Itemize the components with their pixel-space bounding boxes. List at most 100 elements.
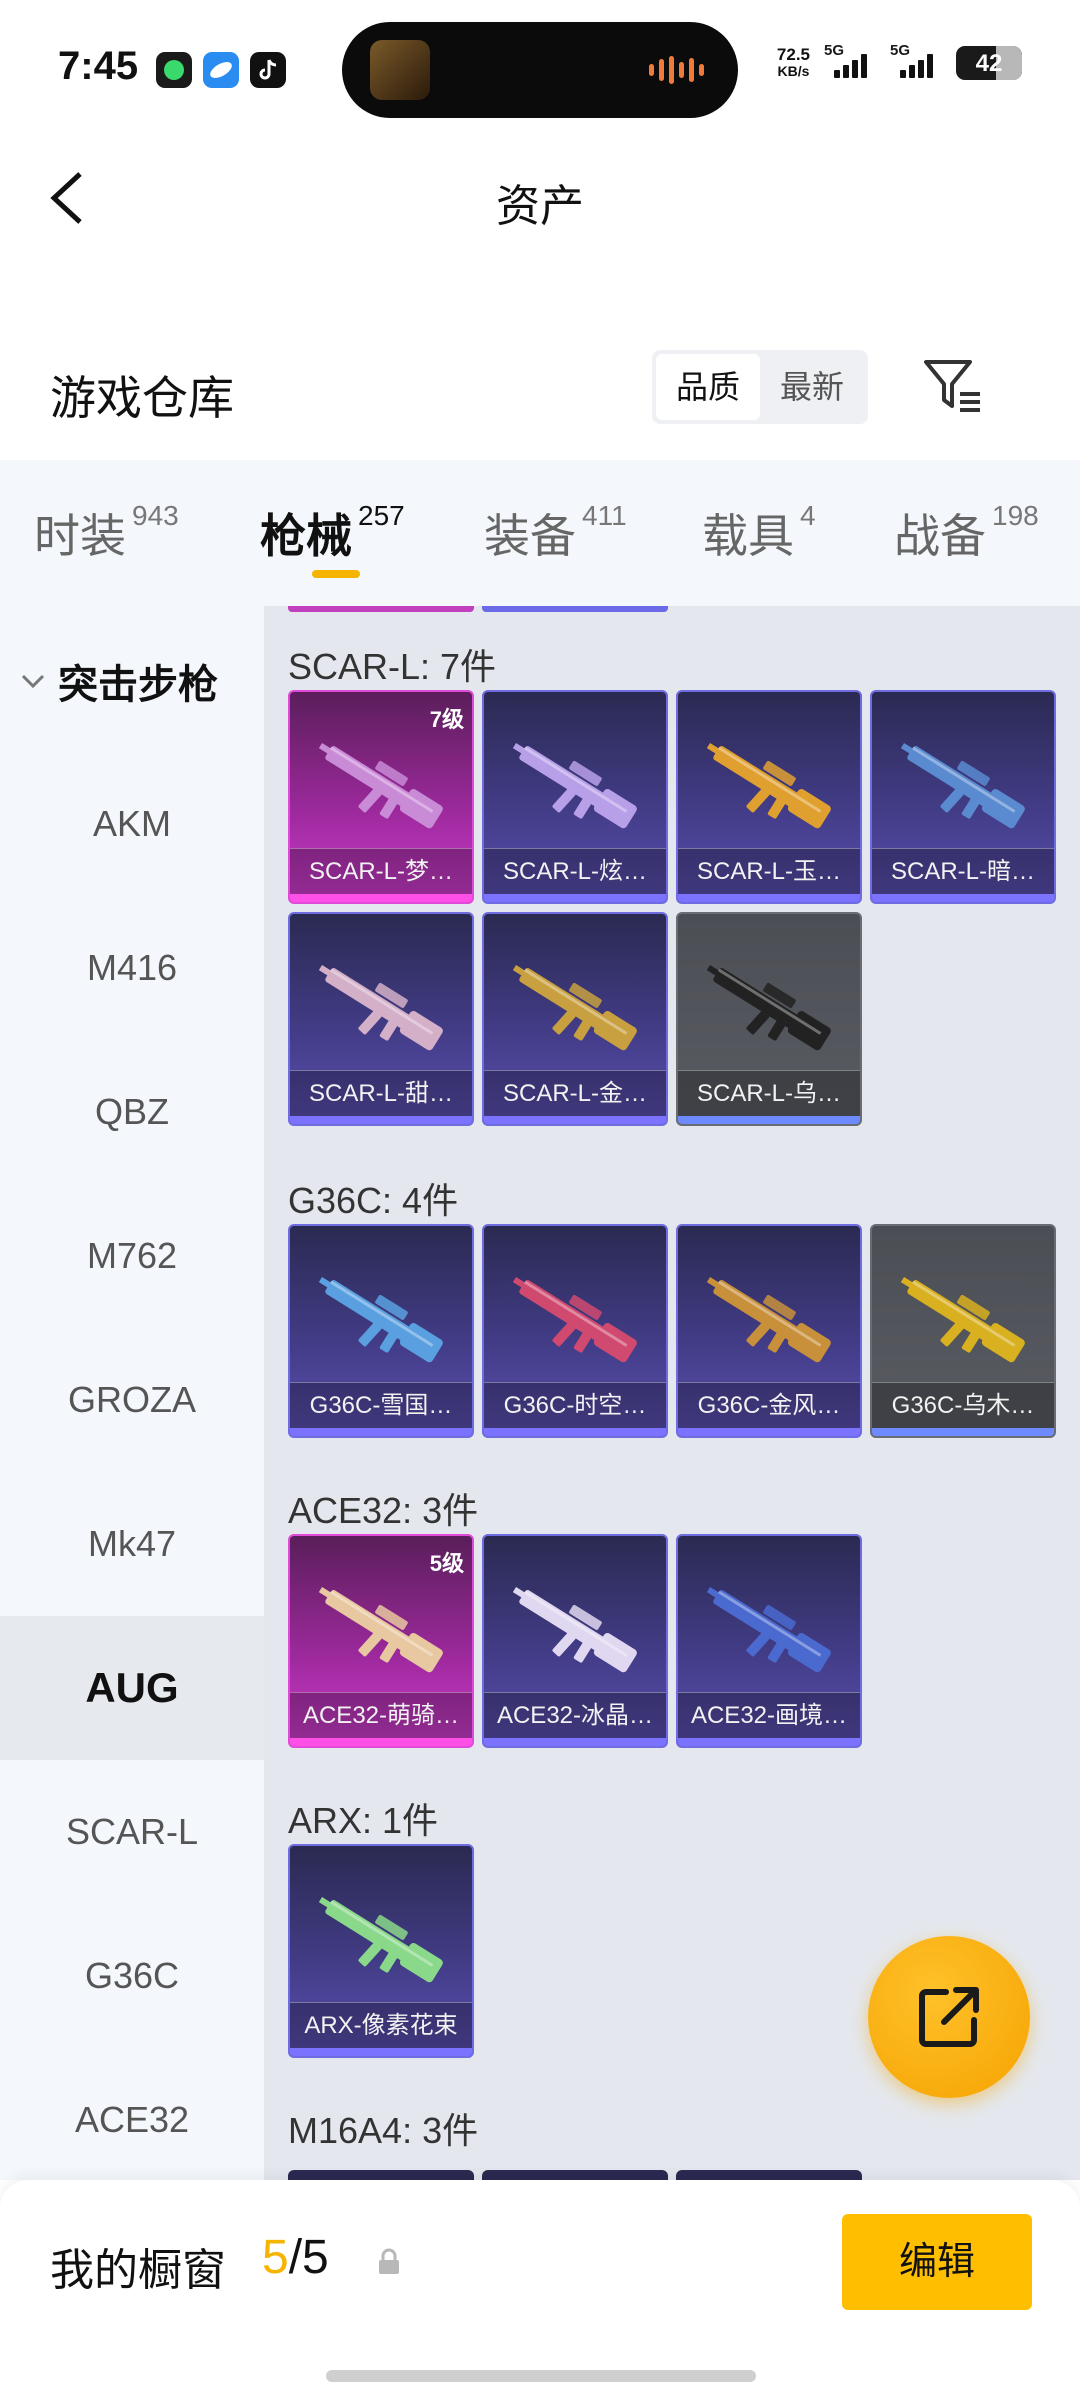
weapon-skin-name: SCAR-L-金… (484, 1070, 666, 1116)
rifle-icon (318, 743, 443, 829)
warehouse-title: 游戏仓库 (50, 372, 234, 424)
rifle-icon (706, 1587, 831, 1673)
rifle-icon (318, 1897, 443, 1983)
weapon-skin-card[interactable]: SCAR-L-金… (482, 912, 668, 1126)
weapon-type-sidebar: 突击步枪 AKM M416 QBZ M762 GROZA Mk47 AUG SC… (0, 606, 264, 2180)
weapon-skin-card[interactable]: SCAR-L-甜… (288, 912, 474, 1126)
card-peek (676, 2170, 862, 2180)
rifle-icon (318, 1277, 443, 1363)
sidebar-item-ace32[interactable]: ACE32 (0, 2048, 264, 2180)
audio-wave-icon (649, 56, 704, 84)
tab-fashion[interactable]: 时装 943 (34, 500, 179, 566)
rarity-bar (678, 1116, 860, 1124)
category-tabs: 时装 943 枪械 257 装备 411 载具 4 战备 198 (0, 460, 1080, 606)
tab-firearms[interactable]: 枪械 257 (260, 500, 405, 566)
share-icon (919, 1987, 979, 2047)
sidebar-item-m762[interactable]: M762 (0, 1184, 264, 1328)
filter-icon[interactable] (922, 356, 986, 416)
weapon-skin-card[interactable]: SCAR-L-玉… (676, 690, 862, 904)
tiktok-icon (250, 52, 286, 88)
weapon-skin-card[interactable]: ACE32-冰晶… (482, 1534, 668, 1748)
rifle-icon (706, 1277, 831, 1363)
signal-icon: 5G (824, 42, 876, 78)
weapon-skin-card[interactable]: G36C-乌木… (870, 1224, 1056, 1438)
weapon-skin-name: SCAR-L-乌… (678, 1070, 860, 1116)
sidebar-group-assault-rifles[interactable]: 突击步枪 (20, 652, 218, 710)
card-peek (482, 2170, 668, 2180)
weapon-skin-name: SCAR-L-暗… (872, 848, 1054, 894)
share-fab-button[interactable] (868, 1936, 1030, 2098)
rarity-bar (290, 894, 472, 902)
weapon-skin-card[interactable]: ARX-像素花束 (288, 1844, 474, 2058)
home-indicator[interactable] (326, 2370, 756, 2382)
weapon-skin-name: G36C-时空… (484, 1382, 666, 1428)
showcase-count: 5/5 (262, 2231, 329, 2284)
weapon-skin-name: ACE32-萌骑… (290, 1692, 472, 1738)
rarity-bar (484, 1116, 666, 1124)
game-app-icon (370, 40, 430, 100)
sort-option-newest[interactable]: 最新 (760, 354, 864, 420)
weapon-skin-name: SCAR-L-甜… (290, 1070, 472, 1116)
sidebar-item-scar-l[interactable]: SCAR-L (0, 1760, 264, 1904)
rarity-bar (290, 1116, 472, 1124)
weapon-skin-name: SCAR-L-玉… (678, 848, 860, 894)
sidebar-item-groza[interactable]: GROZA (0, 1328, 264, 1472)
rarity-bar (290, 1428, 472, 1436)
sidebar-item-qbz[interactable]: QBZ (0, 1040, 264, 1184)
rifle-icon (512, 965, 637, 1051)
group-title: ARX: 1件 (288, 1800, 439, 1841)
active-tab-indicator (312, 570, 360, 578)
sort-option-quality[interactable]: 品质 (656, 354, 760, 420)
rarity-bar (872, 894, 1054, 902)
weapon-skin-card[interactable]: G36C-时空… (482, 1224, 668, 1438)
rarity-bar (872, 1428, 1054, 1436)
rifle-icon (706, 965, 831, 1051)
previous-card-edge (482, 606, 668, 612)
chevron-down-icon (21, 674, 45, 689)
weapon-skin-card[interactable]: SCAR-L-炫… (482, 690, 668, 904)
weapon-skin-name: G36C-金风… (678, 1382, 860, 1428)
page-title: 资产 (496, 182, 584, 231)
sidebar-item-g36c[interactable]: G36C (0, 1904, 264, 2048)
sidebar-item-aug[interactable]: AUG (0, 1616, 264, 1760)
weapon-skin-name: G36C-乌木… (872, 1382, 1054, 1428)
rifle-icon (318, 965, 443, 1051)
tab-vehicles[interactable]: 载具 4 (702, 500, 816, 566)
rifle-icon (900, 743, 1025, 829)
group-title: G36C: 4件 (288, 1180, 459, 1221)
group-title: SCAR-L: 7件 (288, 646, 497, 687)
weapon-skin-name: ACE32-画境… (678, 1692, 860, 1738)
rarity-bar (290, 2048, 472, 2056)
sidebar-item-mk47[interactable]: Mk47 (0, 1472, 264, 1616)
rarity-bar (678, 894, 860, 902)
weapon-skin-card[interactable]: ACE32-画境… (676, 1534, 862, 1748)
network-speed: 72.5 KB/s (776, 45, 810, 79)
status-bar: 7:45 72.5 KB/s 5G 5G 42 (0, 0, 1080, 130)
tab-equipment[interactable]: 装备 411 (484, 500, 627, 566)
tab-supplies[interactable]: 战备 198 (894, 500, 1039, 566)
rifle-icon (318, 1587, 443, 1673)
showcase-label: 我的橱窗 (50, 2246, 226, 2295)
weapon-skin-name: ARX-像素花束 (290, 2002, 472, 2048)
rarity-bar (678, 1738, 860, 1746)
weapon-skin-card[interactable]: SCAR-L-暗… (870, 690, 1056, 904)
rifle-icon (706, 743, 831, 829)
signal-icon: 5G (890, 42, 942, 78)
showcase-bar: 我的橱窗 5/5 编辑 (0, 2180, 1080, 2400)
weapon-skin-card[interactable]: 5级 ACE32-萌骑… (288, 1534, 474, 1748)
sort-toggle: 品质 最新 (652, 350, 868, 424)
rarity-bar (290, 1738, 472, 1746)
dynamic-island[interactable] (342, 22, 738, 118)
weapon-skin-card[interactable]: G36C-雪国… (288, 1224, 474, 1438)
weapon-skin-name: ACE32-冰晶… (484, 1692, 666, 1738)
app-notification-icon (203, 52, 239, 88)
sidebar-item-akm[interactable]: AKM (0, 752, 264, 896)
weapon-skin-card[interactable]: 7级 SCAR-L-梦… (288, 690, 474, 904)
card-peek (288, 2170, 474, 2180)
edit-button[interactable]: 编辑 (842, 2214, 1032, 2310)
weapon-skin-card[interactable]: SCAR-L-乌… (676, 912, 862, 1126)
weapon-skin-name: SCAR-L-炫… (484, 848, 666, 894)
sidebar-item-m416[interactable]: M416 (0, 896, 264, 1040)
rarity-bar (484, 1738, 666, 1746)
weapon-skin-card[interactable]: G36C-金风… (676, 1224, 862, 1438)
